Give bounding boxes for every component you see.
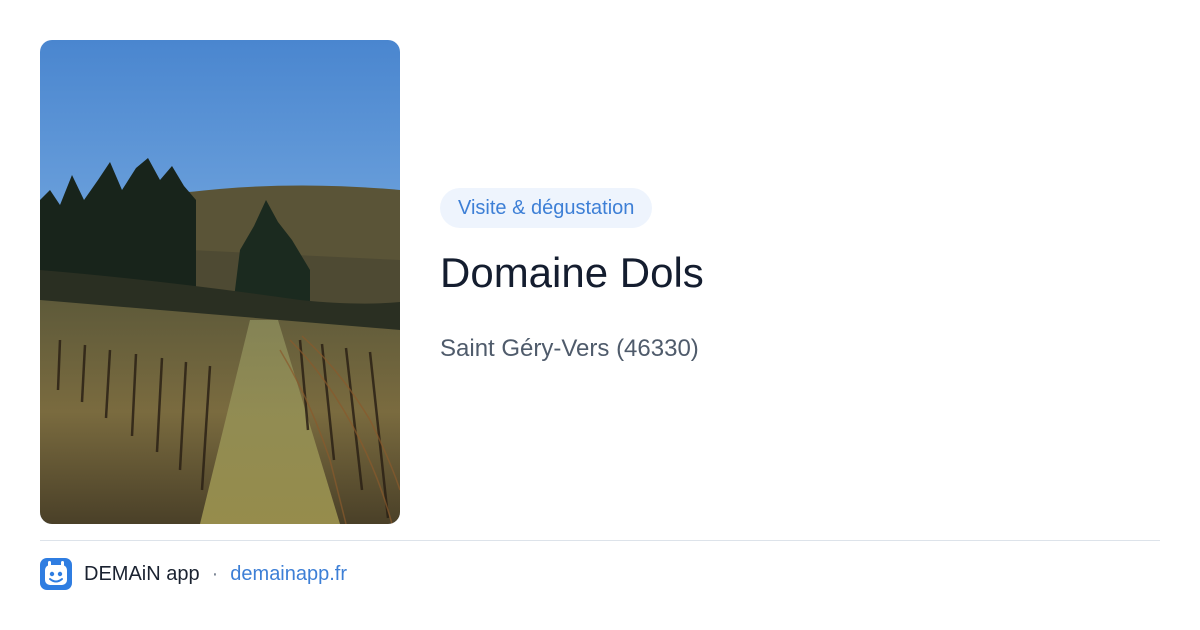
domain-link[interactable]: demainapp.fr xyxy=(230,563,347,586)
demain-app-icon xyxy=(40,558,72,590)
vineyard-photo xyxy=(40,40,400,524)
location-text: Saint Géry-Vers (46330) xyxy=(440,335,699,362)
page-title[interactable]: Domaine Dols xyxy=(440,248,1160,298)
vineyard-image xyxy=(40,40,400,524)
footer: DEMAiN app · demainapp.fr xyxy=(40,558,347,590)
separator-dot: · xyxy=(211,562,219,585)
footer-divider xyxy=(40,540,1160,541)
card-info: Visite & dégustation Domaine Dols Saint … xyxy=(440,188,1160,364)
link-preview-card[interactable]: Visite & dégustation Domaine Dols Saint … xyxy=(0,0,1200,630)
app-name: DEMAiN app xyxy=(84,562,200,585)
category-tag[interactable]: Visite & dégustation xyxy=(440,188,653,228)
